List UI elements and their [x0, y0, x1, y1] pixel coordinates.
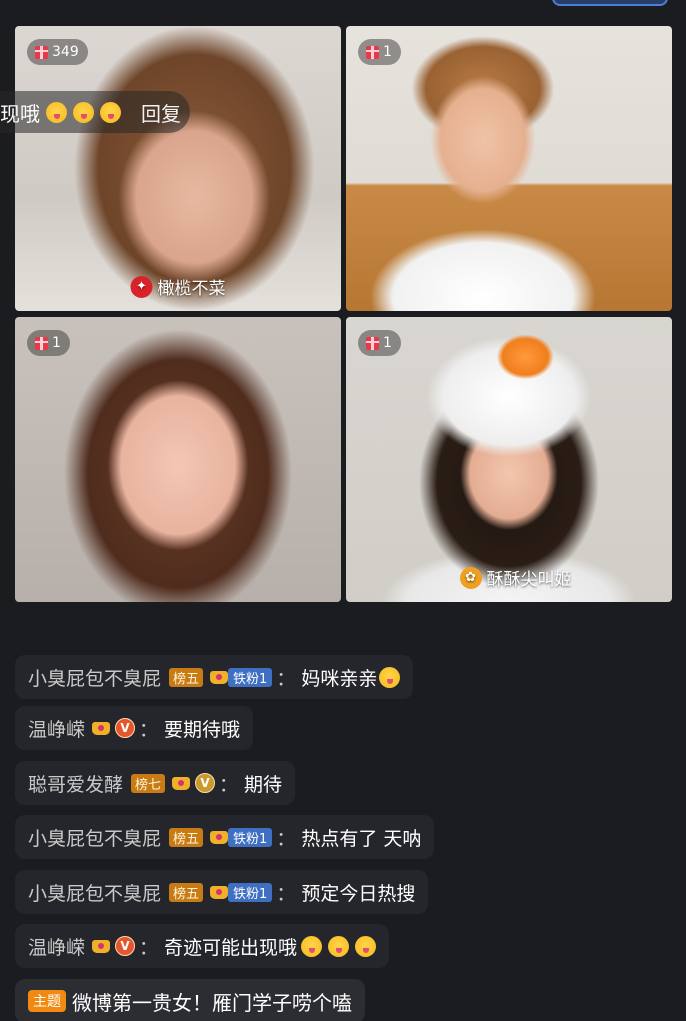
top-status-pill[interactable]: [552, 0, 668, 6]
chat-text: 奇迹可能出现哦: [164, 936, 298, 959]
video-tile-2[interactable]: 1: [346, 26, 672, 311]
crown-icon: [170, 773, 192, 793]
chat-message[interactable]: 小臭屁包不臭屁 榜五 铁粉1 ： 妈咪亲亲: [15, 655, 414, 699]
medal-avatar-icon: ✿: [459, 566, 482, 589]
verified-icon: V: [115, 936, 136, 956]
video-tile-3[interactable]: 1: [15, 317, 341, 602]
streamer-name-tag[interactable]: ✿ 酥酥尖叫姬: [459, 565, 572, 590]
chat-colon: ：: [276, 827, 296, 850]
gift-icon: [366, 336, 379, 350]
chat-colon: ：: [276, 882, 296, 905]
tongue-emoji-icon: [100, 101, 121, 123]
chat-message[interactable]: 小臭屁包不臭屁 榜五 铁粉1 ： 热点有了 天呐: [15, 815, 435, 859]
topic-message[interactable]: 主题 微博第一贵女！雁门学子唠个嗑: [15, 979, 365, 1021]
chat-text: 预定今日热搜: [301, 882, 416, 905]
gift-count: 349: [52, 44, 79, 60]
tongue-emoji-icon: [355, 935, 377, 957]
tongue-emoji-icon: [73, 101, 94, 123]
chat-username[interactable]: 聪哥爱发酵: [28, 770, 123, 797]
chat-message[interactable]: 小臭屁包不臭屁 榜五 铁粉1 ： 预定今日热搜: [15, 870, 429, 914]
rank-badge: 榜五: [169, 827, 204, 847]
gift-count-badge[interactable]: 1: [358, 39, 401, 65]
chat-text: 妈咪亲亲: [301, 667, 378, 690]
gift-count-badge[interactable]: 1: [27, 330, 70, 356]
video-tile-1[interactable]: 349 ✦ 橄榄不菜: [15, 26, 341, 311]
weibo-avatar-icon: ✦: [130, 275, 153, 298]
chat-message[interactable]: 温峥嵘 V ： 奇迹可能出现哦: [15, 924, 390, 968]
floating-message-text: 现哦: [0, 101, 40, 126]
gift-icon: [35, 45, 48, 59]
fan-badge: 铁粉1: [228, 667, 273, 687]
crown-icon: [90, 936, 112, 956]
tongue-emoji-icon: [328, 935, 350, 957]
reply-button[interactable]: 回复: [141, 98, 181, 127]
fan-badge: 铁粉1: [228, 827, 273, 847]
streamer-name: 橄榄不菜: [157, 279, 226, 299]
chat-colon: ：: [219, 773, 239, 796]
gift-icon: [35, 336, 48, 350]
chat-username[interactable]: 温峥嵘: [28, 933, 85, 960]
streamer-name: 酥酥尖叫姬: [486, 570, 572, 590]
rank-badge: 榜五: [169, 882, 204, 902]
chat-text: 要期待哦: [164, 718, 241, 741]
crown-icon: [208, 882, 230, 902]
topic-badge: 主题: [28, 990, 66, 1012]
chat-colon: ：: [139, 936, 159, 959]
topic-text: 微博第一贵女！雁门学子唠个嗑: [72, 990, 352, 1015]
tongue-emoji-icon: [301, 935, 323, 957]
chat-colon: ：: [276, 667, 296, 690]
chat-text: 热点有了 天呐: [301, 827, 422, 850]
crown-icon: [208, 827, 230, 847]
verified-icon: V: [115, 718, 136, 738]
video-tile-4[interactable]: 1 ✿ 酥酥尖叫姬: [346, 317, 672, 602]
gift-count: 1: [383, 335, 392, 351]
chat-message[interactable]: 温峥嵘 V ： 要期待哦: [15, 706, 254, 750]
verified-icon: V: [195, 773, 216, 793]
gift-count-badge[interactable]: 1: [358, 330, 401, 356]
chat-username[interactable]: 小臭屁包不臭屁: [28, 824, 161, 851]
chat-text: 期待: [244, 773, 283, 796]
chat-username[interactable]: 小臭屁包不臭屁: [28, 664, 161, 691]
tongue-emoji-icon: [46, 101, 67, 123]
chat-colon: ：: [139, 718, 159, 741]
rank-badge: 榜七: [131, 773, 166, 793]
crown-icon: [90, 718, 112, 738]
fan-badge: 铁粉1: [228, 882, 273, 902]
kiss-emoji-icon: [379, 666, 401, 688]
chat-username[interactable]: 小臭屁包不臭屁: [28, 879, 161, 906]
gift-icon: [366, 45, 379, 59]
gift-count: 1: [383, 44, 392, 60]
chat-message[interactable]: 聪哥爱发酵 榜七 V ： 期待: [15, 761, 296, 805]
gift-count-badge[interactable]: 349: [27, 39, 88, 65]
streamer-name-tag[interactable]: ✦ 橄榄不菜: [130, 274, 226, 299]
chat-username[interactable]: 温峥嵘: [28, 715, 85, 742]
floating-message[interactable]: 现哦 回复: [0, 91, 190, 133]
rank-badge: 榜五: [169, 667, 204, 687]
crown-icon: [208, 667, 230, 687]
gift-count: 1: [52, 335, 61, 351]
